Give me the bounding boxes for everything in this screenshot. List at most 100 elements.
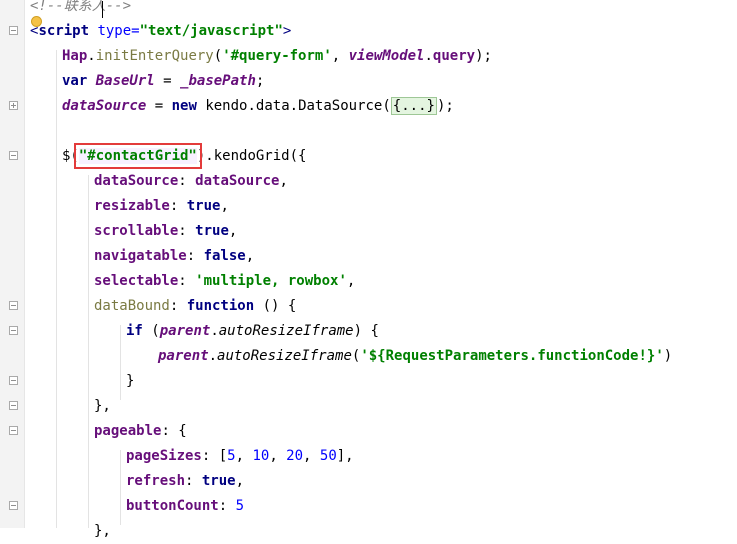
code-token: 'multiple, rowbox'	[195, 273, 347, 289]
code-token: : [	[201, 448, 228, 464]
code-token: 50	[319, 448, 337, 464]
code-line[interactable]: resizable: true,	[94, 194, 229, 219]
code-token: type=	[89, 23, 140, 39]
code-line[interactable]: },	[94, 394, 111, 419]
code-token: :	[178, 173, 196, 189]
code-token: ,	[303, 448, 320, 464]
code-line[interactable]: pageable: {	[94, 419, 187, 444]
editor-gutter	[0, 0, 25, 528]
code-token: dataBound	[94, 298, 170, 314]
code-token: (	[151, 323, 160, 339]
code-token: data	[255, 98, 290, 114]
code-line[interactable]: scrollable: true,	[94, 219, 237, 244]
code-token: :	[169, 198, 187, 214]
code-token: ,	[235, 448, 253, 464]
code-line[interactable]: dataSource: dataSource,	[94, 169, 288, 194]
folded-code-block[interactable]: {...}	[390, 97, 437, 115]
code-token: ,	[245, 248, 255, 264]
code-token: ;	[255, 73, 265, 89]
text-caret	[102, 1, 103, 18]
code-token: scrollable	[94, 223, 179, 239]
code-token: =	[154, 73, 181, 89]
code-token: script	[38, 23, 90, 39]
code-token: }	[126, 373, 135, 389]
fold-toggle-icon[interactable]	[9, 401, 18, 410]
fold-toggle-icon[interactable]	[9, 301, 18, 310]
code-token: :	[178, 273, 196, 289]
code-token: initEnterQuery	[95, 48, 214, 64]
code-token: _basePath	[180, 73, 256, 89]
code-token: true	[186, 198, 221, 214]
fold-toggle-icon[interactable]	[9, 326, 18, 335]
code-line[interactable]: var BaseUrl = _basePath;	[62, 69, 264, 94]
code-token: ,	[235, 473, 245, 489]
code-token: : {	[161, 423, 187, 439]
code-token: true	[195, 223, 229, 239]
code-token: if	[126, 323, 152, 339]
code-line[interactable]: navigatable: false,	[94, 244, 254, 269]
code-token: viewModel	[348, 48, 425, 64]
code-token: true	[201, 473, 236, 489]
code-token: pageSizes	[126, 448, 202, 464]
code-line[interactable]: pageSizes: [5, 10, 20, 50],	[126, 444, 354, 469]
code-token: ,	[331, 48, 349, 64]
code-token: query	[432, 48, 476, 64]
fold-toggle-icon[interactable]	[9, 26, 18, 35]
code-token: :	[169, 298, 187, 314]
code-token: autoResizeIframe	[218, 323, 354, 339]
code-token: .	[208, 348, 218, 364]
code-token: var	[62, 73, 96, 89]
code-token: (	[213, 48, 223, 64]
code-token: kendo	[205, 98, 248, 114]
code-line[interactable]: }	[126, 369, 134, 394]
code-line[interactable]: if (parent.autoResizeIframe) {	[126, 319, 379, 344]
code-token: >	[282, 23, 292, 39]
code-line[interactable]: <!--联系人-->	[30, 0, 131, 19]
code-token: navigatable	[94, 248, 187, 264]
code-line[interactable]: dataBound: function () {	[94, 294, 296, 319]
code-token: 20	[286, 448, 304, 464]
code-line[interactable]: $("#contactGrid").kendoGrid({	[62, 143, 306, 169]
code-line[interactable]: selectable: 'multiple, rowbox',	[94, 269, 355, 294]
code-token: DataSource	[298, 98, 383, 114]
code-token: autoResizeIframe	[217, 348, 352, 364]
code-token: dataSource	[195, 173, 280, 189]
code-token: dataSource	[62, 98, 147, 114]
code-editor[interactable]: <!--联系人--> <script type="text/javascript"…	[24, 0, 737, 539]
code-token: .	[210, 323, 219, 339]
code-token: parent	[159, 323, 211, 339]
fold-toggle-icon[interactable]	[9, 501, 18, 510]
code-line[interactable]: buttonCount: 5	[126, 494, 244, 519]
expand-fold-icon[interactable]	[9, 101, 18, 110]
code-token: refresh	[126, 473, 186, 489]
code-token: '#query-form'	[222, 48, 332, 64]
code-token: function	[186, 298, 255, 314]
code-line[interactable]: <script type="text/javascript">	[30, 19, 291, 44]
code-token: ,	[269, 448, 287, 464]
fold-toggle-icon[interactable]	[9, 426, 18, 435]
code-token: kendoGrid	[213, 148, 290, 164]
code-line[interactable]: Hap. initEnterQuery('#query-form', viewMo…	[62, 44, 492, 69]
code-token: buttonCount	[126, 498, 219, 514]
code-line[interactable]: refresh: true,	[126, 469, 244, 494]
code-line[interactable]: parent.autoResizeIframe('${RequestParame…	[158, 344, 672, 369]
code-token: ).	[196, 148, 214, 164]
code-token: =	[146, 98, 172, 114]
code-token: :	[218, 498, 236, 514]
fold-toggle-icon[interactable]	[9, 151, 18, 160]
code-token: new	[171, 98, 206, 114]
code-line[interactable]: },	[94, 519, 111, 544]
code-token: ],	[336, 448, 354, 464]
code-token: (	[382, 98, 391, 114]
code-token: .	[424, 48, 433, 64]
code-token: $(	[62, 148, 79, 164]
highlighted-selector: "#contactGrid"	[73, 143, 202, 169]
code-line[interactable]: dataSource = new kendo.data.DataSource({…	[62, 94, 454, 119]
code-token: )	[663, 348, 673, 364]
code-token: :	[186, 248, 204, 264]
code-token: 5	[227, 448, 236, 464]
fold-toggle-icon[interactable]	[9, 376, 18, 385]
code-token: .	[247, 98, 256, 114]
code-token: Hap	[62, 48, 88, 64]
code-token: pageable	[94, 423, 162, 439]
